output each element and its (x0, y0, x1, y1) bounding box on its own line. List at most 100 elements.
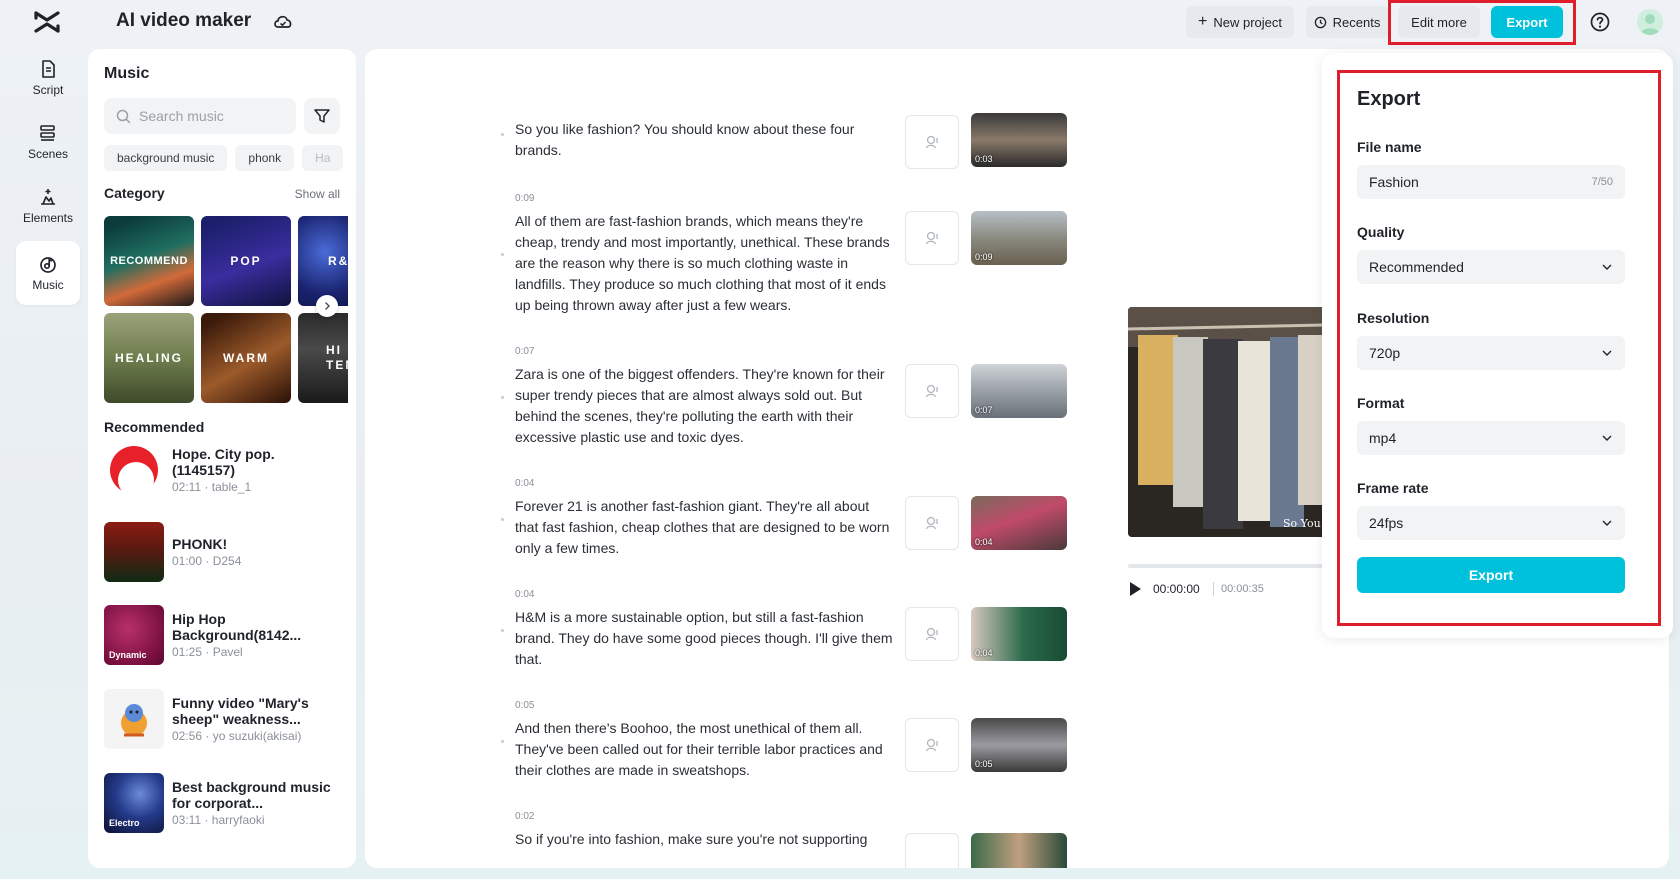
scene-voice-button[interactable] (905, 115, 959, 169)
play-icon[interactable] (1128, 581, 1142, 597)
scene-time: 0:09 (515, 193, 535, 204)
avatar-person-icon (1640, 14, 1660, 35)
rail-label-music: Music (32, 278, 64, 292)
app-title: AI video maker (116, 10, 252, 31)
track-meta: 02:11 · table_1 (172, 480, 252, 494)
category-label: POP (230, 254, 262, 268)
track-name: PHONK! (172, 536, 228, 552)
rail-label-script: Script (32, 83, 64, 97)
total-time: 00:00:35 (1221, 583, 1264, 595)
track-thumbnail (104, 689, 164, 749)
new-project-label: New project (1213, 14, 1282, 30)
search-music-box[interactable] (104, 98, 296, 134)
scene-marker (501, 396, 504, 399)
recents-label: Recents (1332, 14, 1381, 30)
scene-text[interactable]: And then there's Boohoo, the most unethi… (515, 718, 895, 781)
scene-voice-button[interactable] (905, 496, 959, 550)
rail-item-script[interactable]: Script (16, 46, 80, 110)
category-label: HEALING (115, 351, 183, 365)
scene-thumbnail[interactable]: 0:04 (971, 496, 1067, 550)
time-separator (1213, 582, 1214, 596)
track-thumbnail (104, 440, 164, 500)
scene-thumbnail[interactable] (971, 833, 1067, 868)
rail-label-scenes: Scenes (27, 147, 69, 161)
scene-voice-button[interactable] (905, 833, 959, 868)
new-project-button[interactable]: + New project (1186, 6, 1294, 38)
highlight-box-export-panel (1337, 70, 1661, 626)
track-item[interactable]: Hope. City pop.(1145157) 02:11 · table_1 (104, 440, 340, 500)
category-pop[interactable]: POP (201, 216, 291, 306)
track-badge: Electro (109, 818, 140, 828)
scene-voice-button[interactable] (905, 364, 959, 418)
music-panel-title: Music (104, 65, 150, 82)
track-name: Hip Hop Background(8142... (172, 611, 302, 643)
track-item[interactable]: Electro Best background music for corpor… (104, 773, 340, 833)
filter-button[interactable] (304, 98, 340, 134)
cloud-save-icon[interactable] (272, 12, 294, 32)
track-meta: 03:11 · harryfaoki (172, 813, 265, 827)
category-label: R& (328, 254, 348, 268)
scene-text[interactable]: H&M is a more sustainable option, but st… (515, 607, 895, 670)
category-recommend[interactable]: RECOMMEND (104, 216, 194, 306)
script-icon (42, 60, 55, 78)
elements-icon (41, 189, 55, 205)
search-icon (116, 109, 131, 123)
thumb-duration: 0:04 (975, 537, 993, 547)
scene-thumbnail[interactable]: 0:09 (971, 211, 1067, 265)
chevron-right-icon (325, 302, 330, 310)
category-hi-tem[interactable]: HI TEM (298, 313, 348, 403)
plus-icon: + (1198, 13, 1208, 30)
category-rnb[interactable]: R& (298, 216, 348, 306)
help-icon[interactable] (1589, 11, 1611, 33)
show-all-link[interactable]: Show all (295, 187, 340, 201)
track-name: Hope. City pop.(1145157) (172, 446, 275, 478)
scene-voice-button[interactable] (905, 211, 959, 265)
search-music-input[interactable] (139, 108, 289, 124)
clock-icon (1314, 16, 1326, 28)
category-next-button[interactable] (316, 295, 338, 317)
scene-time: 0:02 (515, 811, 535, 822)
category-label: RECOMMEND (110, 255, 188, 267)
scene-voice-button[interactable] (905, 718, 959, 772)
scene-text[interactable]: Forever 21 is another fast-fashion giant… (515, 496, 895, 559)
track-meta: 01:00 · D254 (172, 554, 242, 568)
track-item[interactable]: Dynamic Hip Hop Background(8142... 01:25… (104, 605, 340, 665)
recents-button[interactable]: Recents (1306, 6, 1388, 38)
rail-item-music[interactable]: Music (16, 241, 80, 305)
user-avatar[interactable] (1637, 9, 1663, 35)
scene-thumbnail[interactable]: 0:03 (971, 113, 1067, 167)
category-warm[interactable]: WARM (201, 313, 291, 403)
track-item[interactable]: PHONK! 01:00 · D254 (104, 522, 340, 582)
track-meta: 02:56 · yo suzuki(akisai) (172, 729, 302, 743)
chip-background-music[interactable]: background music (104, 145, 228, 171)
scene-text[interactable]: Zara is one of the biggest offenders. Th… (515, 364, 895, 448)
voiceover-icon (925, 231, 938, 245)
chip-phonk[interactable]: phonk (235, 145, 295, 171)
scene-voice-button[interactable] (905, 607, 959, 661)
category-label: HI TEM (326, 343, 348, 372)
scene-text[interactable]: So if you're into fashion, make sure you… (515, 829, 895, 850)
scene-text[interactable]: All of them are fast-fashion brands, whi… (515, 211, 895, 316)
voiceover-icon (925, 738, 938, 752)
capcut-logo-icon[interactable] (33, 10, 61, 34)
scene-thumbnail[interactable]: 0:07 (971, 364, 1067, 418)
category-healing[interactable]: HEALING (104, 313, 194, 403)
scene-time: 0:04 (515, 589, 535, 600)
scene-marker (501, 518, 504, 521)
top-bar: AI video maker + New project Recents Edi… (0, 0, 1680, 45)
scene-thumbnail[interactable]: 0:05 (971, 718, 1067, 772)
track-name: Best background music for corporat... (172, 779, 331, 811)
scene-time: 0:04 (515, 478, 535, 489)
track-thumbnail: Dynamic (104, 605, 164, 665)
rail-item-elements[interactable]: Elements (16, 174, 80, 238)
voiceover-icon (925, 135, 938, 149)
track-item[interactable]: Funny video "Mary's sheep" weakness... 0… (104, 689, 340, 749)
scene-time: 0:07 (515, 346, 535, 357)
scene-thumbnail[interactable]: 0:04 (971, 607, 1067, 661)
chip-ha[interactable]: Ha (302, 145, 344, 171)
scene-text[interactable]: So you like fashion? You should know abo… (515, 119, 895, 161)
track-thumbnail (104, 522, 164, 582)
thumb-duration: 0:09 (975, 252, 993, 262)
rail-item-scenes[interactable]: Scenes (16, 110, 80, 174)
scene-marker (501, 740, 504, 743)
